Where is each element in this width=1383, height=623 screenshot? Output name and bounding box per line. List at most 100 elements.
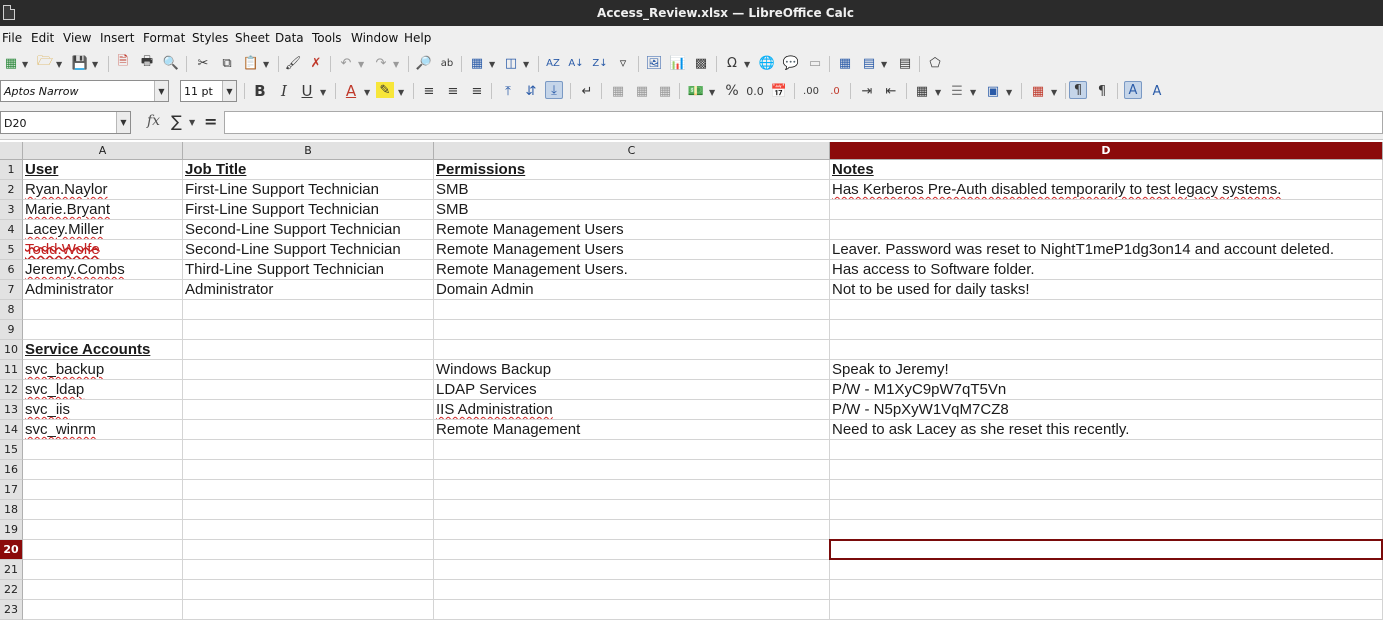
new-dropdown-icon[interactable]: ▼ [22, 60, 28, 69]
font-size-combobox[interactable]: 11 pt ▼ [180, 80, 237, 102]
font-color-icon[interactable]: A [342, 82, 360, 100]
freeze-rows-columns-icon[interactable]: ▤ [860, 54, 878, 72]
sort-descending-icon[interactable]: Z↓ [591, 54, 609, 72]
cell-b23[interactable] [183, 600, 434, 620]
cell-c16[interactable] [434, 460, 830, 480]
row-header-4[interactable]: 4 [0, 220, 23, 240]
cell-b12[interactable] [183, 380, 434, 400]
cell-a8[interactable] [23, 300, 183, 320]
cell-b1[interactable]: Job Title [183, 160, 434, 180]
cell-c22[interactable] [434, 580, 830, 600]
cell-b13[interactable] [183, 400, 434, 420]
cell-c12[interactable]: LDAP Services [434, 380, 830, 400]
cell-a4[interactable]: Lacey.Miller [23, 220, 183, 240]
align-center-icon[interactable]: ≡ [444, 82, 462, 100]
row-header-5[interactable]: 5 [0, 240, 23, 260]
row-header-9[interactable]: 9 [0, 320, 23, 340]
currency-dropdown-icon[interactable]: ▼ [709, 88, 715, 97]
cell-c19[interactable] [434, 520, 830, 540]
cell-c3[interactable]: SMB [434, 200, 830, 220]
save-dropdown-icon[interactable]: ▼ [92, 60, 98, 69]
redo-dropdown-icon[interactable]: ▼ [393, 60, 399, 69]
cell-c21[interactable] [434, 560, 830, 580]
sort-icon[interactable]: AZ [544, 54, 562, 72]
row-header-19[interactable]: 19 [0, 520, 23, 540]
cell-d9[interactable] [830, 320, 1383, 340]
menu-help[interactable]: Help [404, 31, 431, 45]
undo-dropdown-icon[interactable]: ▼ [358, 60, 364, 69]
cell-b20[interactable] [183, 540, 434, 560]
spreadsheet-grid[interactable]: ABCD 1 2 3 4 5 6 7 8 9 10 11 12 13 14 15 16 17 18 19 20 21 22… [0, 142, 1383, 623]
select-all-corner[interactable] [0, 142, 23, 160]
define-print-area-icon[interactable]: ▦ [836, 54, 854, 72]
cell-b14[interactable] [183, 420, 434, 440]
row-header-10[interactable]: 10 [0, 340, 23, 360]
cell-d1[interactable]: Notes [830, 160, 1383, 180]
clear-formatting-icon[interactable]: ✗ [307, 54, 325, 72]
special-character-icon[interactable]: Ω [723, 54, 741, 72]
border-color-icon[interactable]: ▣ [984, 82, 1002, 100]
cell-d6[interactable]: Has access to Software folder. [830, 260, 1383, 280]
cell-b3[interactable]: First-Line Support Technician [183, 200, 434, 220]
menu-format[interactable]: Format [143, 31, 185, 45]
cell-a17[interactable] [23, 480, 183, 500]
column-icon[interactable]: ◫ [502, 54, 520, 72]
cell-a20[interactable] [23, 540, 183, 560]
spelling-icon[interactable]: ab [438, 54, 456, 72]
cell-d13[interactable]: P/W - N5pXyW1VqM7CZ8 [830, 400, 1383, 420]
paste-icon[interactable]: 📋 [242, 54, 260, 72]
export-pdf-icon[interactable]: 🗎 [114, 54, 132, 72]
cell-a22[interactable] [23, 580, 183, 600]
cell-b9[interactable] [183, 320, 434, 340]
menu-file[interactable]: File [2, 31, 22, 45]
cell-d3[interactable] [830, 200, 1383, 220]
cell-b5[interactable]: Second-Line Support Technician [183, 240, 434, 260]
right-to-left-icon[interactable]: ¶ [1093, 82, 1111, 100]
cell-b2[interactable]: First-Line Support Technician [183, 180, 434, 200]
cell-c13[interactable]: IIS Administration [434, 400, 830, 420]
column-header-a[interactable]: A [23, 142, 183, 160]
cell-d8[interactable] [830, 300, 1383, 320]
paste-dropdown-icon[interactable]: ▼ [263, 60, 269, 69]
cell-c18[interactable] [434, 500, 830, 520]
menu-view[interactable]: View [63, 31, 91, 45]
conditional-dropdown-icon[interactable]: ▼ [1051, 88, 1057, 97]
redo-icon[interactable]: ↷ [372, 54, 390, 72]
column-header-d[interactable]: D [830, 142, 1383, 160]
border-color-dropdown-icon[interactable]: ▼ [1006, 88, 1012, 97]
new-document-icon[interactable]: ▦ [2, 54, 20, 72]
row-dropdown-icon[interactable]: ▼ [489, 60, 495, 69]
cell-d16[interactable] [830, 460, 1383, 480]
decrease-indent-icon[interactable]: ⇤ [882, 82, 900, 100]
delete-decimal-place-icon[interactable]: .0 [826, 82, 844, 100]
number-format-icon[interactable]: 0.0 [746, 82, 764, 100]
cell-c5[interactable]: Remote Management Users [434, 240, 830, 260]
cell-a3[interactable]: Marie.Bryant [23, 200, 183, 220]
cell-d18[interactable] [830, 500, 1383, 520]
cell-b15[interactable] [183, 440, 434, 460]
cell-b16[interactable] [183, 460, 434, 480]
cell-b18[interactable] [183, 500, 434, 520]
cell-c15[interactable] [434, 440, 830, 460]
highlighting-color-icon[interactable]: ✎ [376, 82, 394, 98]
underline-icon[interactable]: U [298, 82, 316, 100]
merge-center-icon[interactable]: ▦ [609, 82, 627, 100]
highlighting-dropdown-icon[interactable]: ▼ [398, 88, 404, 97]
cell-a21[interactable] [23, 560, 183, 580]
cell-b8[interactable] [183, 300, 434, 320]
cell-b10[interactable] [183, 340, 434, 360]
row-header-16[interactable]: 16 [0, 460, 23, 480]
insert-chart-icon[interactable]: 📊 [669, 54, 687, 72]
show-draw-functions-icon[interactable]: ⬠ [926, 54, 944, 72]
left-to-right-icon[interactable]: ¶ [1069, 81, 1087, 99]
cell-a12[interactable]: svc_ldap [23, 380, 183, 400]
row-header-21[interactable]: 21 [0, 560, 23, 580]
text-direction-ltr-icon[interactable]: A [1124, 81, 1142, 99]
increase-indent-icon[interactable]: ⇥ [858, 82, 876, 100]
italic-icon[interactable]: I [275, 82, 293, 100]
cell-a10[interactable]: Service Accounts [23, 340, 183, 360]
cell-a16[interactable] [23, 460, 183, 480]
cell-c23[interactable] [434, 600, 830, 620]
unmerge-cells-icon[interactable]: ▦ [656, 82, 674, 100]
conditional-format-icon[interactable]: ▦ [1029, 82, 1047, 100]
